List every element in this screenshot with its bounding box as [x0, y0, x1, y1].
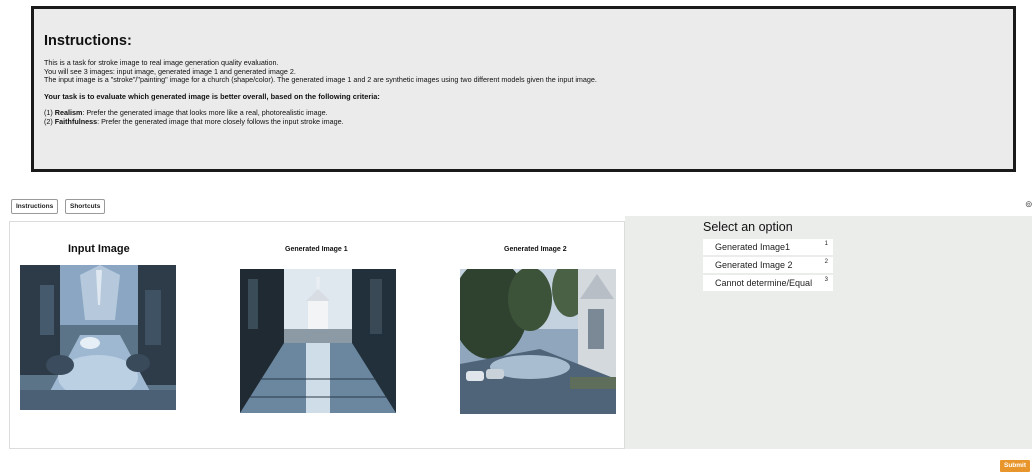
criterion-label: Faithfulness	[54, 116, 98, 126]
criterion-faithfulness: (2) Faithfulness: Prefer the generated i…	[44, 116, 1003, 127]
instructions-line-3: The input image is a "stroke"/"painting"…	[44, 75, 597, 84]
settings-icon[interactable]: ⊚	[1025, 199, 1032, 210]
option-label: Cannot determine/Equal	[715, 278, 813, 288]
option-label: Generated Image1	[715, 242, 791, 252]
shortcuts-button[interactable]: Shortcuts	[65, 199, 106, 214]
criterion-text: : Prefer the generated image that more c…	[97, 116, 344, 126]
input-stroke-image	[20, 265, 176, 410]
instructions-button[interactable]: Instructions	[11, 199, 59, 214]
option-generated-image-2[interactable]: Generated Image 2 2	[703, 257, 833, 273]
submit-button[interactable]: Submit	[1000, 460, 1030, 472]
image-comparison-panel: Input Image Generated Image 1 Generated …	[9, 221, 625, 449]
input-image-title: Input Image	[68, 243, 130, 255]
select-option-title: Select an option	[703, 220, 793, 234]
criterion-number: (2)	[44, 116, 55, 126]
option-generated-image-1[interactable]: Generated Image1 1	[703, 239, 833, 255]
generated-image-2	[460, 269, 616, 414]
option-shortcut-key: 3	[824, 277, 828, 283]
generated-image-1	[240, 269, 396, 413]
option-shortcut-key: 2	[824, 259, 828, 265]
generated-image-2-title: Generated Image 2	[504, 246, 567, 253]
generated-image-1-title: Generated Image 1	[285, 246, 348, 253]
instructions-panel: Instructions: This is a task for stroke …	[31, 6, 1016, 172]
option-cannot-determine[interactable]: Cannot determine/Equal 3	[703, 275, 833, 291]
instructions-heading: Instructions:	[44, 33, 132, 49]
option-shortcut-key: 1	[824, 241, 828, 247]
option-label: Generated Image 2	[715, 260, 793, 270]
option-panel: Select an option Generated Image1 1 Gene…	[625, 216, 1032, 449]
task-statement: Your task is to evaluate which generated…	[44, 91, 380, 101]
